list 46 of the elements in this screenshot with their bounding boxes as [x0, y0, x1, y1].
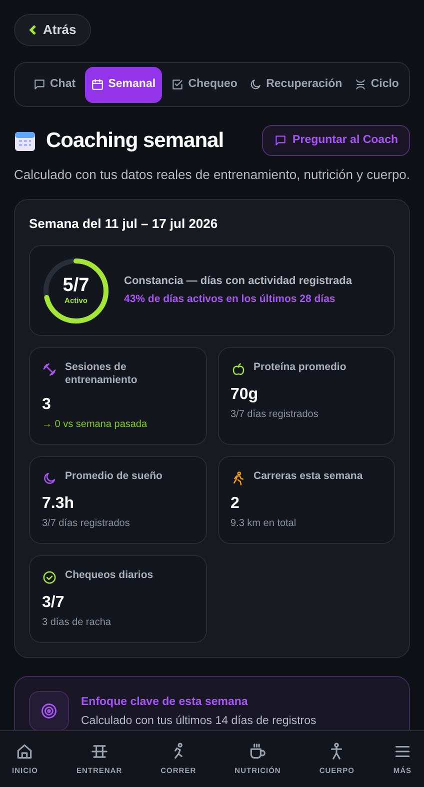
ring-value: 5/7 — [62, 276, 90, 296]
target-icon — [40, 702, 58, 720]
stat-value: 70g — [230, 385, 260, 405]
check-circle-icon — [42, 570, 57, 585]
stat-label: Proteína promedio — [254, 361, 346, 374]
stat-value: 2 — [230, 494, 240, 514]
cup-icon — [248, 742, 268, 761]
tab[interactable]: Recuperación — [247, 66, 344, 102]
apple-icon — [230, 362, 246, 377]
home-icon — [15, 742, 34, 761]
chat-bubble-icon — [33, 78, 46, 91]
stat-value: 3/7 — [42, 593, 66, 613]
stat-note: 3 días de racha — [42, 616, 112, 630]
focus-subtitle: Calculado con tus últimos 14 días de registros — [81, 714, 316, 730]
calendar-icon — [91, 78, 104, 91]
dumbbell-icon — [42, 362, 57, 377]
stat-label: Carreras esta semana — [254, 470, 363, 483]
stat-note: 3/7 días registrados — [230, 408, 320, 422]
stat-label: Chequeos diarios — [65, 569, 154, 582]
stat-label: Sesiones de entrenamiento — [65, 361, 138, 387]
tab[interactable]: Chequeo — [169, 66, 240, 102]
ask-coach-button[interactable]: Preguntar al Coach — [262, 125, 410, 156]
calendar-icon — [14, 130, 36, 152]
runner-icon — [230, 471, 246, 486]
back-chevron-icon — [29, 25, 37, 35]
stat-value: 7.3h — [42, 494, 76, 514]
tab[interactable]: Chat — [31, 66, 78, 102]
stat-note: 9.3 km en total — [230, 517, 298, 531]
tab[interactable]: Ciclo — [352, 66, 401, 102]
tab[interactable]: Semanal — [85, 66, 162, 102]
moon-icon — [249, 78, 262, 91]
focus-title: Enfoque clave de esta semana — [81, 695, 249, 710]
back-button[interactable]: Atrás — [14, 14, 92, 46]
consistency-label: Constancia — días con actividad registrada — [124, 274, 352, 290]
stat-note: 3/7 días registrados — [42, 517, 131, 531]
page-subtitle: Calculado con tus datos reales de entrenamiento, nutrición y cuerpo. — [14, 166, 410, 184]
consistency-detail: 43% de días activos en los últimos 28 días — [124, 292, 336, 307]
stat-note: → 0 vs semana pasada — [42, 418, 148, 432]
stat-label: Promedio de sueño — [65, 470, 162, 483]
hourglass-icon — [354, 78, 367, 91]
stat-value: 3 — [42, 395, 52, 415]
page-title: Coaching semanal — [46, 128, 224, 154]
checkbox-icon — [171, 78, 184, 91]
chat-bubble-icon — [274, 134, 287, 148]
moon-icon — [42, 471, 57, 486]
week-title: Semana del 11 jul – 17 jul 2026 — [29, 214, 219, 233]
